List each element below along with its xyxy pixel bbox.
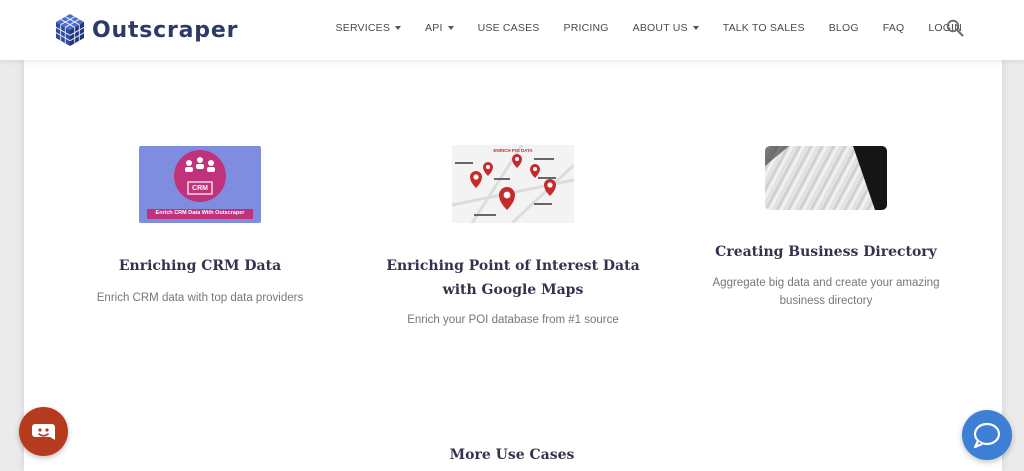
poi-card-image[interactable] [452, 145, 574, 223]
crm-badge-text: CRM [192, 185, 208, 192]
caret-down-icon [692, 26, 699, 30]
chat-widget-right[interactable] [962, 410, 1012, 460]
nav-talk-to-sales[interactable]: TALK TO SALES [723, 22, 805, 34]
logo[interactable]: Outscraper [55, 13, 238, 47]
card-poi: Enriching Point of Interest Data with Go… [373, 254, 653, 329]
crm-image-caption: Enrich CRM Data With Outscraper [155, 210, 245, 216]
nav-blog[interactable]: BLOG [829, 22, 859, 34]
nav-faq-label: FAQ [882, 22, 905, 34]
cube-logo-icon [55, 14, 85, 46]
card-directory: Creating Business Directory Aggregate bi… [686, 240, 966, 310]
smiley-chat-icon [32, 424, 55, 440]
card-title[interactable]: Creating Business Directory [686, 240, 966, 264]
map-pins-illustration [452, 145, 574, 223]
nav-use-cases-label: USE CASES [477, 22, 540, 34]
nav-faq[interactable]: FAQ [883, 22, 905, 34]
more-use-cases-heading: More Use Cases [449, 447, 575, 463]
card-description: Enrich your POI database from #1 source [407, 314, 619, 326]
site-header: Outscraper SERVICES API USE CASES PRICIN… [0, 0, 1024, 60]
nav-use-cases[interactable]: USE CASES [478, 22, 540, 34]
chat-widget-left[interactable] [19, 407, 68, 456]
newspaper-illustration [765, 146, 887, 210]
nav-talk-to-sales-label: TALK TO SALES [722, 22, 805, 34]
nav-blog-label: BLOG [828, 22, 859, 34]
card-title[interactable]: Enriching CRM Data [60, 254, 340, 278]
search-icon[interactable] [946, 19, 964, 37]
card-description: Enrich CRM data with top data providers [96, 292, 304, 304]
brand-name[interactable]: Outscraper [92, 18, 238, 43]
chat-bubble-icon [973, 422, 1001, 449]
main-nav: SERVICES API USE CASES PRICING ABOUT US … [312, 22, 962, 34]
nav-api-label: API [425, 22, 443, 34]
nav-pricing[interactable]: PRICING [563, 22, 608, 34]
nav-about-us[interactable]: ABOUT US [633, 22, 699, 34]
nav-pricing-label: PRICING [563, 22, 609, 34]
nav-services-label: SERVICES [335, 22, 391, 34]
nav-api[interactable]: API [425, 22, 454, 34]
poi-image-caption: ENRICH POI DATA [493, 148, 533, 153]
card-crm: Enriching CRM Data Enrich CRM data with … [60, 254, 340, 307]
card-title[interactable]: Enriching Point of Interest Data with Go… [373, 254, 653, 302]
nav-about-us-label: ABOUT US [632, 22, 688, 34]
caret-down-icon [395, 26, 402, 30]
caret-down-icon [447, 26, 454, 30]
card-description: Aggregate big data and create your amazi… [712, 277, 940, 307]
nav-services[interactable]: SERVICES [336, 22, 402, 34]
directory-card-image[interactable] [765, 146, 887, 210]
